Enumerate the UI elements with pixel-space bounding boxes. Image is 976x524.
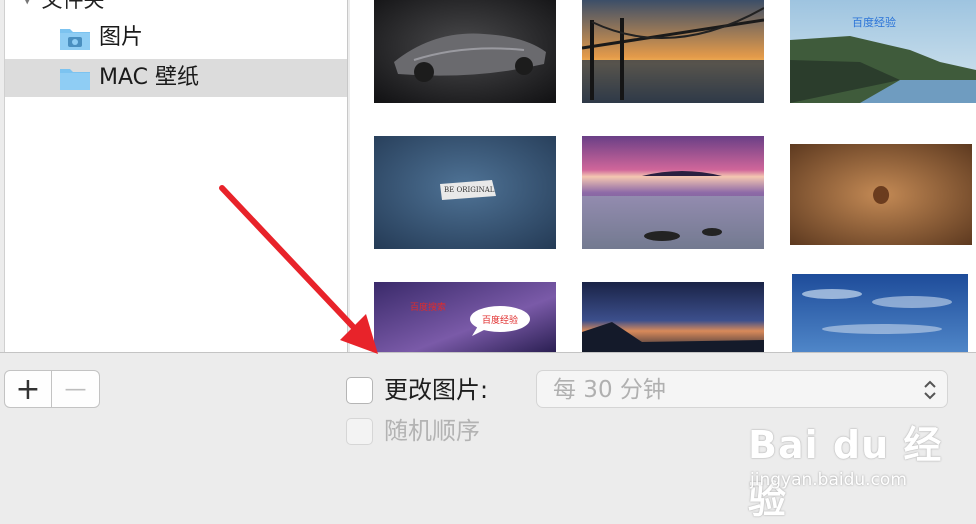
change-picture-label: 更改图片: — [384, 376, 489, 404]
interval-value: 每 30 分钟 — [553, 377, 666, 403]
change-interval-select[interactable]: 每 30 分钟 — [536, 370, 948, 408]
sidebar-item-pictures[interactable]: 图片 — [5, 19, 347, 57]
wallpaper-thumb-be-original[interactable]: BE ORIGINAL — [374, 136, 556, 249]
camera-folder-icon — [60, 29, 90, 50]
sidebar-item-mac-wallpaper[interactable]: MAC 壁纸 — [5, 59, 347, 97]
thumb-red-text: 百度搜索 — [410, 303, 447, 313]
wallpaper-thumb-bridge[interactable] — [582, 0, 764, 103]
thumb-watermark-text: 百度经验 — [852, 16, 896, 29]
change-picture-checkbox[interactable] — [346, 377, 373, 404]
remove-folder-button[interactable]: — — [52, 370, 100, 408]
add-folder-button[interactable]: + — [4, 370, 52, 408]
disclosure-triangle-icon[interactable]: ▼ — [23, 0, 31, 6]
wallpaper-thumb-sunset-sea[interactable] — [582, 136, 764, 249]
wallpaper-grid: 百度经验 BE ORIGINAL 百度搜索 百度经验 — [350, 0, 976, 352]
sidebar-item-label: MAC 壁纸 — [99, 65, 199, 90]
wallpaper-thumb-galaxy[interactable]: 百度搜索 百度经验 — [374, 282, 556, 352]
wallpaper-thumb-wood-apple[interactable] — [790, 144, 972, 245]
sidebar-section-label: 文件夹 — [41, 0, 105, 12]
random-order-checkbox[interactable] — [346, 418, 373, 445]
random-order-label: 随机顺序 — [384, 417, 480, 445]
wallpaper-thumb-cliffs[interactable]: 百度经验 — [790, 0, 976, 103]
plus-icon: + — [15, 371, 41, 407]
thumb-bubble-text: 百度经验 — [482, 316, 519, 326]
wallpaper-thumb-night-coast[interactable] — [582, 282, 764, 352]
watermark-url-text: jingyan.baidu.com — [750, 470, 907, 490]
minus-icon: — — [64, 376, 87, 402]
up-down-chevron-icon — [924, 380, 936, 400]
folder-icon — [60, 69, 90, 90]
wallpaper-thumb-car[interactable] — [374, 0, 556, 103]
watermark-logo-text: Bai du 经验 — [748, 423, 943, 522]
folder-sidebar: ▼ 文件夹 图片 MAC 壁纸 — [4, 0, 348, 352]
baidu-jingyan-watermark: Bai du 经验 jingyan.baidu.com — [748, 408, 968, 522]
wallpaper-thumb-blue-sky[interactable] — [792, 274, 968, 352]
thumb-paper-text: BE ORIGINAL — [444, 186, 495, 194]
sidebar-section-header[interactable]: ▼ 文件夹 — [23, 0, 104, 12]
sidebar-item-label: 图片 — [99, 25, 144, 50]
